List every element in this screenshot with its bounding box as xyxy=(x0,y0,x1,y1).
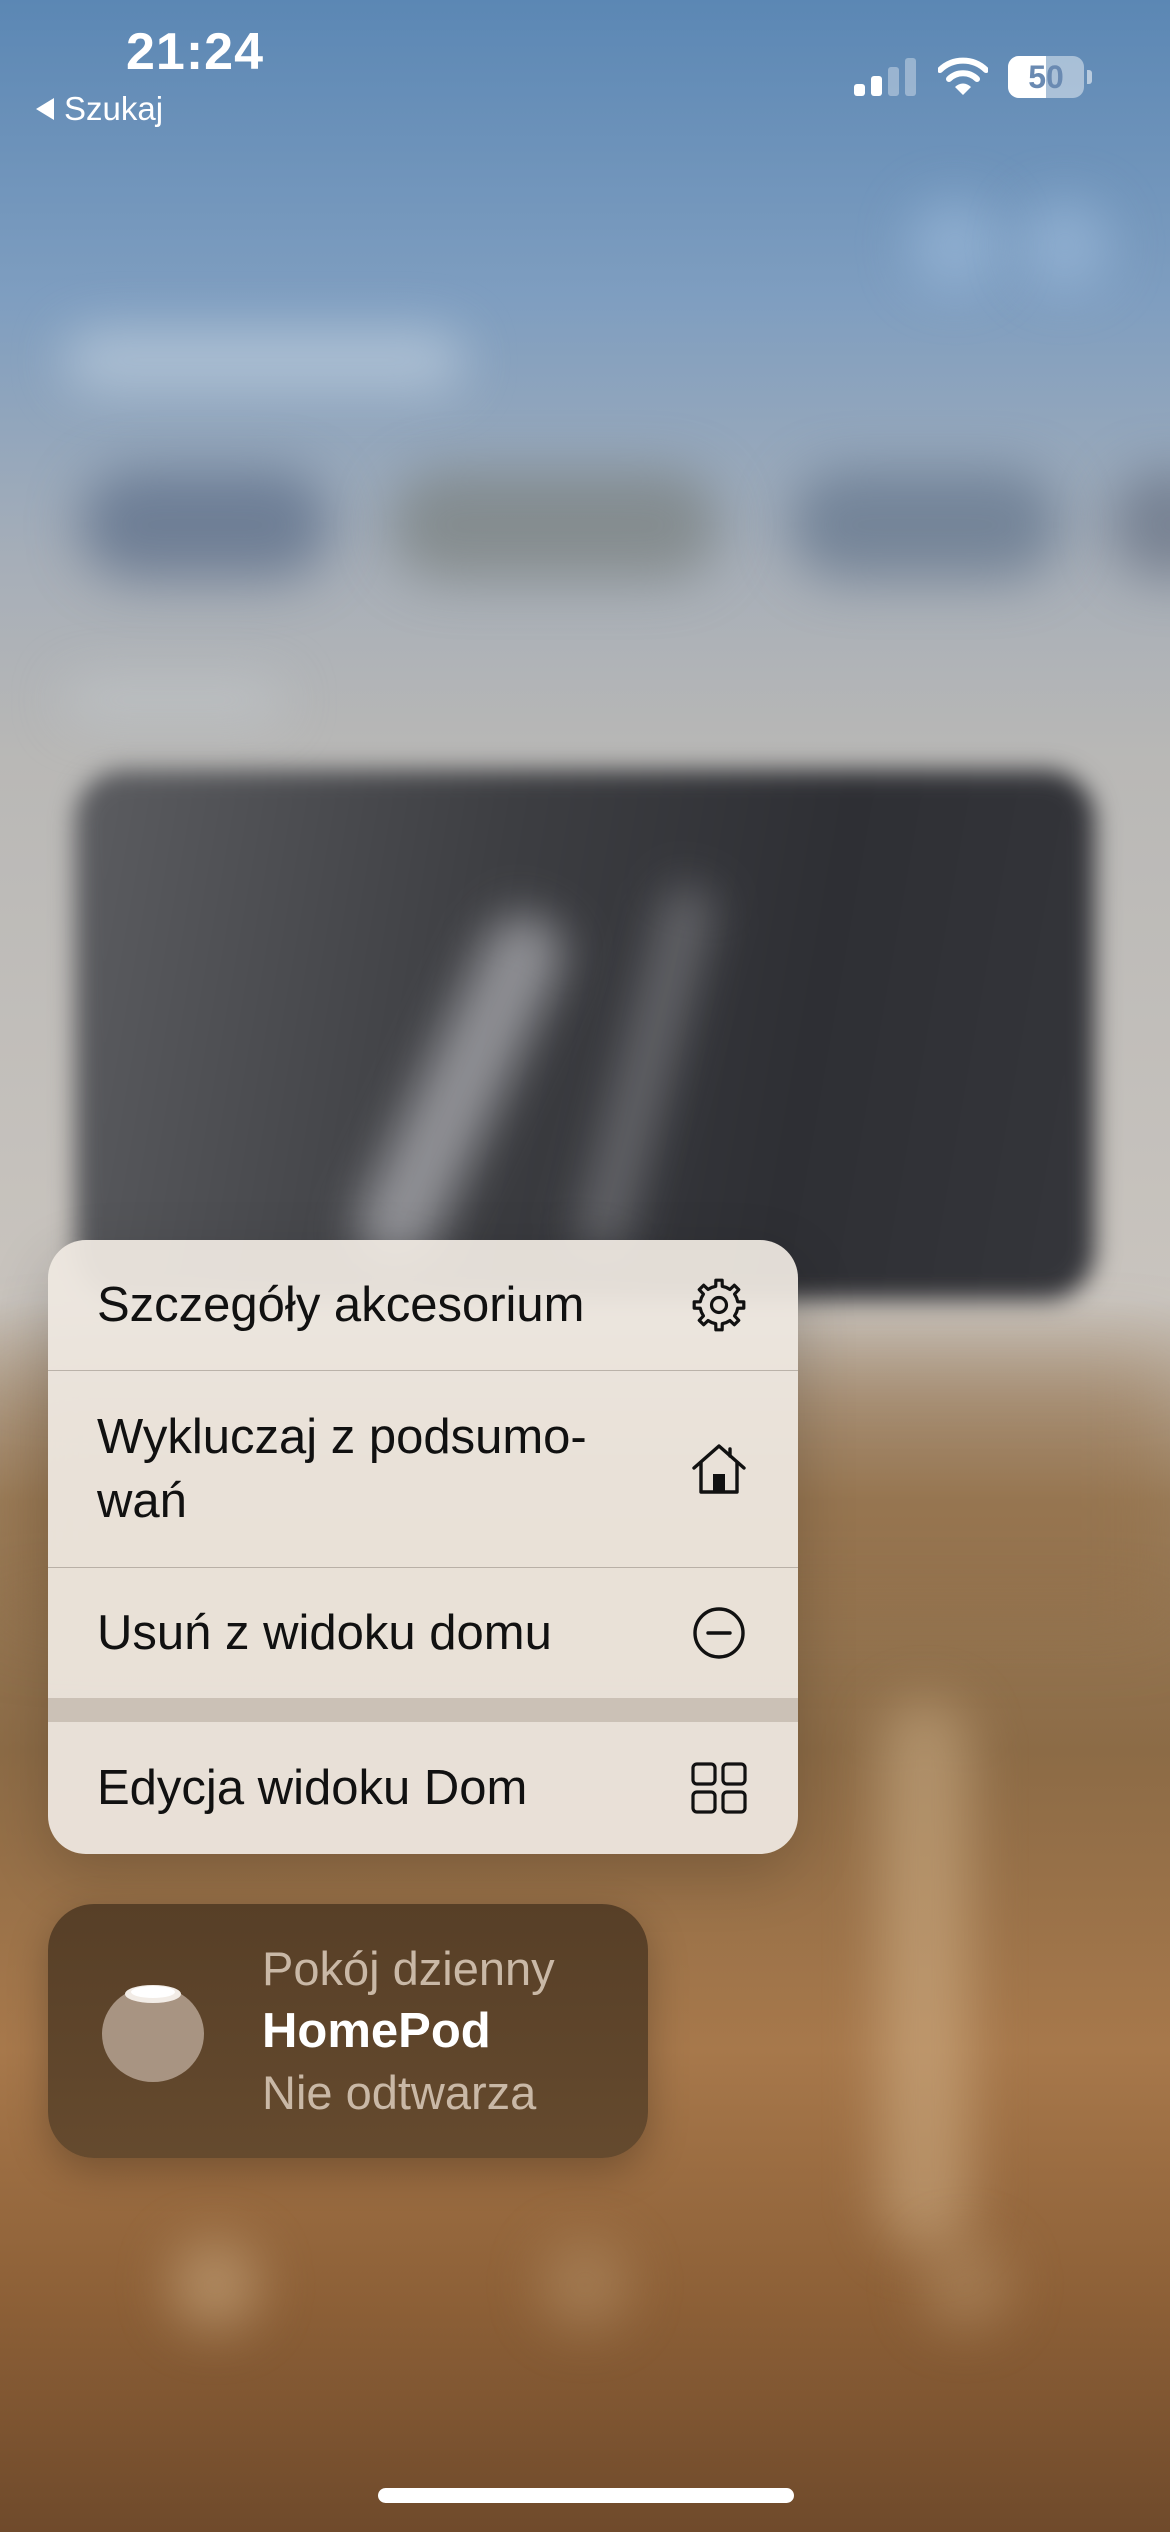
blurred-tab-automation xyxy=(540,2240,630,2330)
accessory-status-label: Nie odtwarza xyxy=(262,2066,537,2119)
menu-item-label: Wykluczaj z podsumo- wań xyxy=(97,1410,587,1528)
signal-bar-inactive xyxy=(905,58,916,96)
status-time: 21:24 xyxy=(126,23,264,81)
tile-text-group: Pokój dzienny HomePod Nie odtwarza xyxy=(262,1938,555,2124)
blurred-status-chip xyxy=(390,470,720,580)
menu-item-label: Szczegóły akcesorium xyxy=(97,1278,585,1332)
blurred-status-chip xyxy=(80,470,330,580)
menu-item-remove-from-home-view[interactable]: Usuń z widoku domu xyxy=(48,1568,798,1698)
grid-icon xyxy=(691,1762,747,1814)
menu-item-label: Usuń z widoku domu xyxy=(97,1606,552,1660)
signal-bar-active xyxy=(854,84,865,96)
house-icon xyxy=(692,1444,746,1494)
menu-item-accessory-details[interactable]: Szczegóły akcesorium xyxy=(48,1240,798,1370)
signal-bar-inactive xyxy=(888,67,899,96)
battery-cap xyxy=(1087,70,1092,84)
back-link-label: Szukaj xyxy=(64,90,164,127)
blurred-section-header xyxy=(64,680,284,720)
home-indicator[interactable] xyxy=(378,2488,794,2503)
menu-item-exclude-from-summaries[interactable]: Wykluczaj z podsumo- wań xyxy=(48,1371,798,1567)
gear-icon xyxy=(692,1278,746,1332)
menu-item-label: Edycja widoku Dom xyxy=(97,1761,528,1815)
signal-bar-active xyxy=(871,76,882,96)
accessory-room-label: Pokój dzienny xyxy=(262,1942,555,1995)
back-to-search-link[interactable]: Szukaj xyxy=(36,90,163,128)
homepod-accessory-tile[interactable]: Pokój dzienny HomePod Nie odtwarza xyxy=(48,1904,648,2158)
blurred-tab-discover xyxy=(920,2240,1010,2330)
battery-level-text: 50 xyxy=(1028,59,1064,95)
blurred-toolbar-button xyxy=(1020,200,1110,290)
accessory-context-menu: Szczegóły akcesorium Wykluczaj z podsumo… xyxy=(48,1240,798,1854)
cellular-signal-icon xyxy=(854,58,916,96)
homepod-mini-icon xyxy=(102,1985,204,2082)
battery-indicator: 50 xyxy=(1008,56,1092,98)
blurred-status-chip xyxy=(790,470,1060,580)
minus-circle-icon xyxy=(693,1607,745,1659)
blurred-toolbar-button xyxy=(910,200,1000,290)
blurred-home-title xyxy=(64,330,464,390)
back-arrow-icon xyxy=(36,98,54,120)
blurred-tab-home xyxy=(170,2240,260,2330)
blurred-wallpaper-detail xyxy=(880,1700,970,2250)
menu-item-edit-home-view[interactable]: Edycja widoku Dom xyxy=(48,1722,798,1854)
accessory-name-label: HomePod xyxy=(262,2004,491,2058)
blurred-status-chip xyxy=(1110,470,1170,580)
menu-group-separator xyxy=(48,1698,798,1722)
wifi-icon xyxy=(938,57,988,95)
